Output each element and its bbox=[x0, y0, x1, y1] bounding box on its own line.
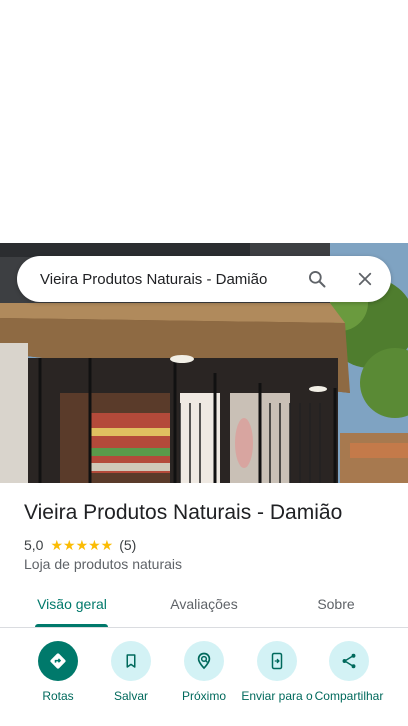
place-category: Loja de produtos naturais bbox=[24, 556, 182, 572]
share-button[interactable]: Compartilhar bbox=[310, 641, 388, 704]
star-rating-icon: ★★★★★ bbox=[50, 536, 114, 553]
send-to-phone-button[interactable]: Enviar para o bbox=[238, 641, 316, 704]
send-to-phone-icon bbox=[257, 641, 297, 681]
nearby-label: Próximo bbox=[181, 689, 226, 703]
place-tabs: Visão geral Avaliações Sobre bbox=[0, 586, 408, 628]
action-bar: Rotas Salvar Próximo Enviar para o Compa… bbox=[0, 641, 408, 726]
rating-value: 5,0 bbox=[24, 537, 44, 553]
search-icon bbox=[309, 271, 326, 288]
directions-label: Rotas bbox=[42, 689, 74, 703]
search-query[interactable]: Vieira Produtos Naturais - Damião bbox=[17, 271, 295, 288]
map-area[interactable] bbox=[0, 0, 408, 243]
save-label: Salvar bbox=[113, 689, 148, 703]
close-icon bbox=[358, 272, 372, 286]
active-tab-indicator bbox=[35, 624, 108, 627]
review-count[interactable]: (5) bbox=[119, 537, 136, 553]
tab-overview[interactable]: Visão geral bbox=[24, 586, 120, 626]
place-title: Vieira Produtos Naturais - Damião bbox=[24, 501, 343, 524]
save-button[interactable]: Salvar bbox=[92, 641, 170, 704]
search-button[interactable] bbox=[295, 256, 339, 302]
search-bar[interactable]: Vieira Produtos Naturais - Damião bbox=[17, 256, 391, 302]
rating-row[interactable]: 5,0 ★★★★★ (5) bbox=[24, 536, 136, 554]
tab-reviews[interactable]: Avaliações bbox=[156, 586, 252, 626]
nearby-button[interactable]: Próximo bbox=[165, 641, 243, 704]
share-icon bbox=[329, 641, 369, 681]
send-to-phone-label: Enviar para o bbox=[241, 689, 313, 703]
tab-about[interactable]: Sobre bbox=[296, 586, 376, 626]
directions-button[interactable]: Rotas bbox=[19, 641, 97, 704]
directions-icon bbox=[38, 641, 78, 681]
close-button[interactable] bbox=[339, 256, 391, 302]
share-label: Compartilhar bbox=[314, 689, 384, 703]
bookmark-icon bbox=[111, 641, 151, 681]
nearby-icon bbox=[184, 641, 224, 681]
